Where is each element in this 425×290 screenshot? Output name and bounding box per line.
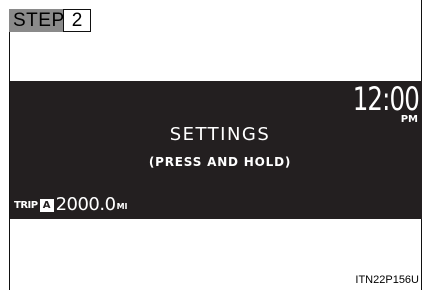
display-title: SETTINGS — [169, 124, 271, 145]
multi-information-display: 12:00 PM SETTINGS (PRESS AND HOLD) TRIP … — [10, 81, 422, 219]
step-label: STEP — [9, 9, 64, 32]
trip-id-badge: A — [39, 199, 54, 212]
display-subtitle: (PRESS AND HOLD) — [148, 155, 292, 169]
clock-time: 12:00 — [352, 80, 420, 118]
odometer-value: 2000.0 — [55, 194, 116, 215]
figure-code: ITN22P156U — [355, 274, 419, 286]
trip-label: TRIP — [14, 200, 38, 211]
odometer-unit: MI — [116, 202, 128, 211]
step-number: 2 — [63, 9, 91, 32]
trip-meter: TRIP A 2000.0 MI — [14, 195, 128, 215]
